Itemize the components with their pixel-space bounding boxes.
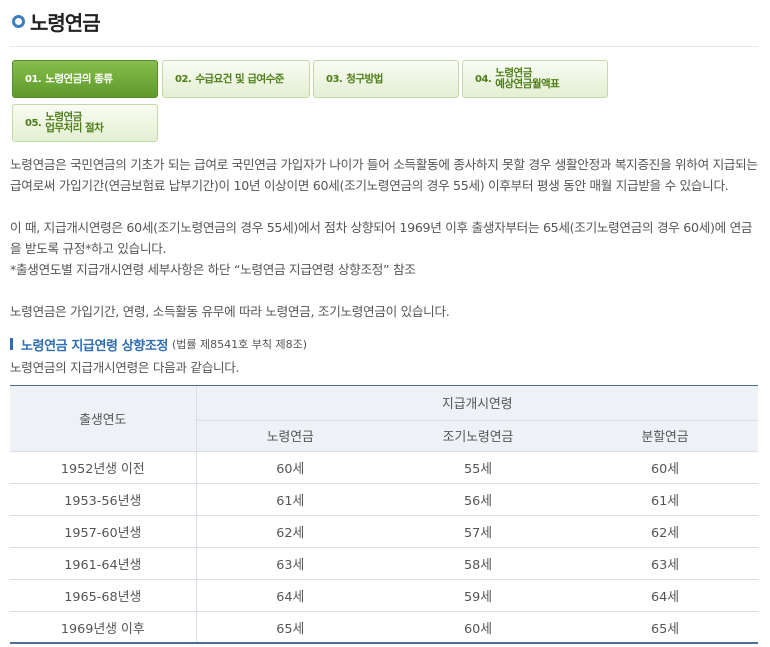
tab-label: 노령연금 예상연금월액표 — [495, 68, 560, 90]
page-title: 노령연금 — [30, 10, 101, 35]
heading-bar-icon — [10, 338, 13, 350]
page-title-row: 노령연금 — [12, 6, 101, 36]
cell-split: 63세 — [572, 547, 759, 580]
types-paragraph: 노령연금은 가입기간, 연령, 소득활동 유무에 따라 노령연금, 조기노령연금… — [10, 304, 450, 319]
cell-old-age: 62세 — [196, 515, 384, 548]
cell-birth-year: 1961-64년생 — [10, 547, 197, 580]
tab-number: 01. — [25, 73, 42, 85]
cell-birth-year: 1969년생 이후 — [10, 611, 197, 644]
table-row: 1953-56년생 61세 56세 61세 — [10, 483, 759, 516]
tab-label: 노령연금 업무처리 절차 — [45, 112, 104, 134]
tab-number: 05. — [25, 117, 42, 129]
cell-birth-year: 1952년생 이전 — [10, 451, 197, 484]
intro-paragraph: 노령연금은 국민연금의 기초가 되는 급여로 국민연금 가입자가 나이가 들어 … — [10, 157, 758, 193]
table-intro: 노령연금의 지급개시연령은 다음과 같습니다. — [10, 360, 240, 375]
tab-label: 노령연금의 종류 — [45, 72, 113, 85]
cell-early: 59세 — [384, 579, 572, 612]
cell-birth-year: 1957-60년생 — [10, 515, 197, 548]
table-row: 1952년생 이전 60세 55세 60세 — [10, 451, 759, 484]
cell-early: 55세 — [384, 451, 572, 484]
cell-split: 61세 — [572, 483, 759, 516]
tab-number: 03. — [326, 73, 343, 85]
cell-old-age: 65세 — [196, 611, 384, 644]
tab-label-line2: 업무처리 절차 — [45, 122, 104, 134]
section-heading: 노령연금 지급연령 상향조정 (법률 제8541호 부칙 제8조) — [10, 333, 307, 355]
tab-label: 청구방법 — [346, 72, 383, 85]
tab-eligibility[interactable]: 02. 수급요건 및 급여수준 — [162, 60, 310, 98]
cell-split: 65세 — [572, 611, 759, 644]
cell-old-age: 61세 — [196, 483, 384, 516]
header-early-pension: 조기노령연금 — [384, 420, 572, 452]
cell-birth-year: 1965-68년생 — [10, 579, 197, 612]
circle-bullet-icon — [12, 14, 25, 28]
cell-old-age: 60세 — [196, 451, 384, 484]
title-divider — [10, 46, 758, 47]
section-note: (법률 제8541호 부칙 제8조) — [171, 338, 308, 351]
table-row: 1961-64년생 63세 58세 63세 — [10, 547, 759, 580]
cell-early: 60세 — [384, 611, 572, 644]
cell-split: 60세 — [572, 451, 759, 484]
cell-birth-year: 1953-56년생 — [10, 483, 197, 516]
tab-label: 수급요건 및 급여수준 — [195, 72, 284, 85]
table-row: 1969년생 이후 65세 60세 65세 — [10, 611, 759, 644]
header-old-age-pension: 노령연금 — [196, 420, 384, 452]
cell-early: 58세 — [384, 547, 572, 580]
age-paragraph: 이 때, 지급개시연령은 60세(조기노령연금의 경우 55세)에서 점차 상향… — [10, 220, 753, 256]
footnote-paragraph: *출생연도별 지급개시연령 세부사항은 하단 “노령연금 지급연령 상향조정” … — [10, 262, 416, 277]
tab-pension-types[interactable]: 01. 노령연금의 종류 — [12, 60, 158, 98]
tab-procedure[interactable]: 05. 노령연금 업무처리 절차 — [12, 104, 158, 142]
table-row: 1965-68년생 64세 59세 64세 — [10, 579, 759, 612]
section-title: 노령연금 지급연령 상향조정 — [21, 338, 168, 354]
tab-expected-amount[interactable]: 04. 노령연금 예상연금월액표 — [462, 60, 608, 98]
header-start-age: 지급개시연령 — [196, 386, 759, 421]
cell-early: 57세 — [384, 515, 572, 548]
header-birth-year: 출생연도 — [10, 386, 197, 452]
tab-number: 02. — [175, 73, 192, 85]
age-table: 출생연도 지급개시연령 노령연금 조기노령연금 분할연금 1952년생 이전 6… — [10, 386, 759, 644]
cell-early: 56세 — [384, 483, 572, 516]
tab-number: 04. — [475, 73, 492, 85]
cell-split: 64세 — [572, 579, 759, 612]
tab-label-line2: 예상연금월액표 — [495, 78, 560, 90]
cell-old-age: 63세 — [196, 547, 384, 580]
tab-claim-method[interactable]: 03. 청구방법 — [313, 60, 459, 98]
cell-old-age: 64세 — [196, 579, 384, 612]
header-split-pension: 분할연금 — [572, 420, 759, 452]
table-bottom-border — [10, 642, 758, 644]
cell-split: 62세 — [572, 515, 759, 548]
table-row: 1957-60년생 62세 57세 62세 — [10, 515, 759, 548]
